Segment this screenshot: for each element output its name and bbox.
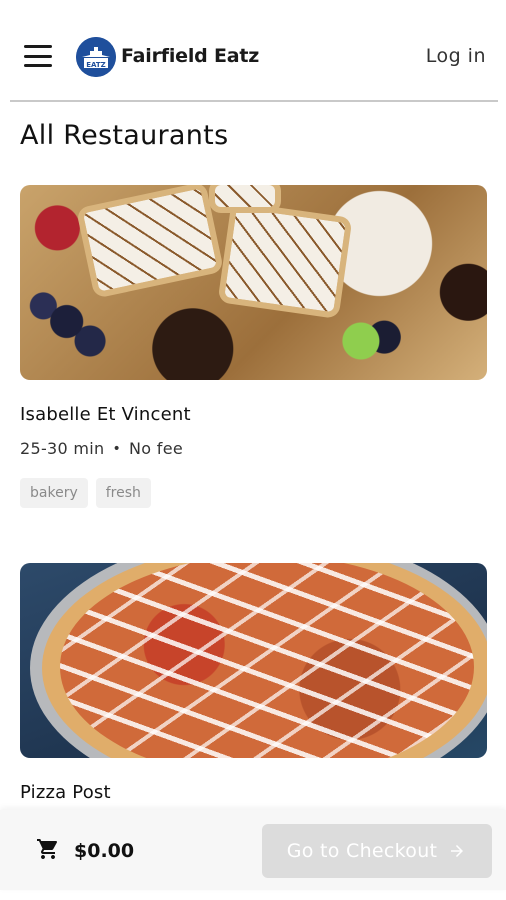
restaurant-card[interactable]: Isabelle Et Vincent 25-30 min • No fee b… (20, 185, 487, 508)
restaurant-image-bakery[interactable] (20, 185, 487, 380)
arrow-right-icon (451, 845, 464, 857)
cart-bar: $0.00 Go to Checkout (0, 810, 506, 890)
delivery-time: 25-30 min (20, 439, 105, 458)
tag-fresh[interactable]: fresh (95, 478, 151, 508)
restaurant-name[interactable]: Isabelle Et Vincent (20, 404, 487, 425)
header: EATZ Fairfield Eatz Log in (0, 0, 506, 100)
checkout-label: Go to Checkout (286, 840, 438, 862)
restaurant-card[interactable]: Pizza Post (20, 563, 487, 803)
restaurant-meta: 25-30 min • No fee (20, 439, 487, 458)
cart-total: $0.00 (74, 840, 135, 862)
hamburger-menu-icon[interactable] (24, 45, 52, 67)
checkout-button[interactable]: Go to Checkout (262, 824, 492, 878)
separator-dot: • (112, 440, 122, 457)
fairfield-eatz-logo[interactable]: EATZ (76, 37, 116, 77)
app: EATZ Fairfield Eatz Log in All Restauran… (0, 0, 506, 900)
header-divider (10, 100, 498, 102)
svg-text:EATZ: EATZ (86, 61, 106, 69)
cart-icon[interactable] (35, 837, 61, 861)
restaurant-name[interactable]: Pizza Post (20, 782, 487, 803)
tag-bakery[interactable]: bakery (20, 478, 88, 508)
restaurant-image-pizza[interactable] (20, 563, 487, 758)
tag-list: bakery fresh (20, 478, 487, 508)
delivery-fee: No fee (129, 439, 183, 458)
login-link[interactable]: Log in (426, 45, 486, 67)
page-title: All Restaurants (20, 120, 229, 151)
brand-name[interactable]: Fairfield Eatz (121, 45, 259, 67)
